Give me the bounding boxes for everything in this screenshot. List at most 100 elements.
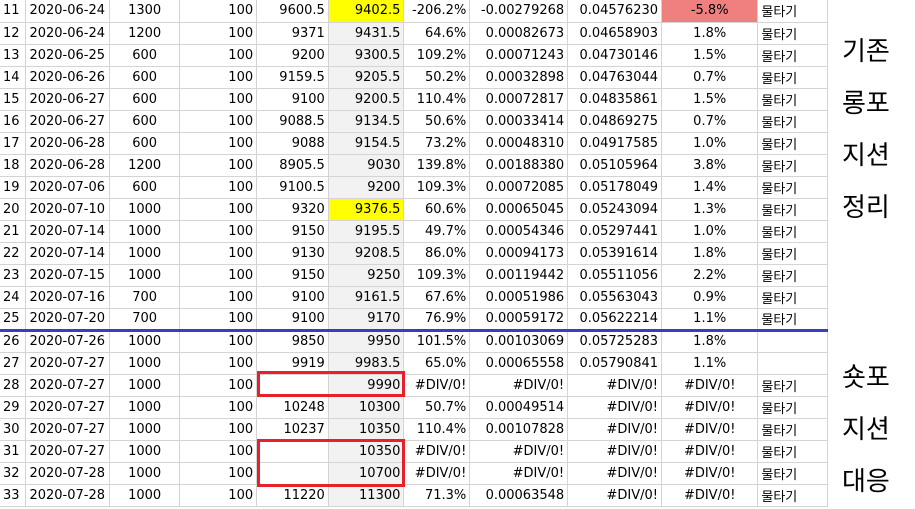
cell-d[interactable]: 9130: [256, 242, 329, 265]
cell-d[interactable]: 8905.5: [256, 154, 329, 177]
cell-h[interactable]: 0.05391614: [567, 242, 663, 265]
cell-c[interactable]: 100: [179, 154, 258, 177]
cell-d[interactable]: 9088.5: [256, 110, 329, 133]
cell-j[interactable]: [757, 330, 828, 353]
cell-g[interactable]: 0.00103069: [469, 330, 569, 353]
cell-j[interactable]: 물타기: [757, 308, 828, 332]
cell-c[interactable]: 100: [179, 484, 258, 507]
cell-h[interactable]: 0.04576230: [567, 0, 663, 23]
cell-c[interactable]: 100: [179, 264, 258, 287]
cell-j[interactable]: 물타기: [757, 0, 828, 23]
cell-f[interactable]: 65.0%: [403, 352, 471, 375]
row-header[interactable]: 11: [0, 0, 27, 23]
cell-j[interactable]: 물타기: [757, 132, 828, 155]
cell-i[interactable]: 1.8%: [661, 242, 759, 265]
cell-f[interactable]: 64.6%: [403, 22, 471, 45]
cell-g[interactable]: 0.00063548: [469, 484, 569, 507]
cell-g[interactable]: 0.00049514: [469, 396, 569, 419]
cell-qty[interactable]: 1000: [109, 396, 180, 419]
cell-f[interactable]: -206.2%: [403, 0, 471, 23]
cell-i[interactable]: #DIV/0!: [661, 396, 759, 419]
cell-qty[interactable]: 1000: [109, 352, 180, 375]
cell-g[interactable]: #DIV/0!: [469, 440, 569, 463]
cell-date[interactable]: 2020-07-27: [25, 374, 111, 397]
cell-qty[interactable]: 1200: [109, 154, 180, 177]
cell-f[interactable]: 139.8%: [403, 154, 471, 177]
cell-date[interactable]: 2020-07-06: [25, 176, 111, 199]
cell-j[interactable]: 물타기: [757, 286, 828, 309]
cell-h[interactable]: 0.05297441: [567, 220, 663, 243]
cell-e[interactable]: 9402.5: [328, 0, 405, 23]
cell-h[interactable]: 0.05105964: [567, 154, 663, 177]
cell-g[interactable]: 0.00072817: [469, 88, 569, 111]
cell-g[interactable]: #DIV/0!: [469, 374, 569, 397]
cell-f[interactable]: 67.6%: [403, 286, 471, 309]
cell-c[interactable]: 100: [179, 440, 258, 463]
cell-qty[interactable]: 1000: [109, 242, 180, 265]
cell-d[interactable]: 10248: [256, 396, 329, 419]
cell-f[interactable]: 50.2%: [403, 66, 471, 89]
cell-d[interactable]: 9088: [256, 132, 329, 155]
cell-c[interactable]: 100: [179, 22, 258, 45]
row-header[interactable]: 18: [0, 154, 27, 177]
row-header[interactable]: 31: [0, 440, 27, 463]
cell-h[interactable]: #DIV/0!: [567, 418, 663, 441]
cell-g[interactable]: 0.00033414: [469, 110, 569, 133]
cell-f[interactable]: 110.4%: [403, 418, 471, 441]
cell-h[interactable]: #DIV/0!: [567, 484, 663, 507]
cell-f[interactable]: 109.3%: [403, 176, 471, 199]
cell-h[interactable]: 0.05243094: [567, 198, 663, 221]
cell-h[interactable]: #DIV/0!: [567, 396, 663, 419]
cell-j[interactable]: 물타기: [757, 264, 828, 287]
cell-c[interactable]: 100: [179, 66, 258, 89]
cell-f[interactable]: 109.2%: [403, 44, 471, 67]
cell-c[interactable]: 100: [179, 418, 258, 441]
cell-c[interactable]: 100: [179, 132, 258, 155]
cell-f[interactable]: 101.5%: [403, 330, 471, 353]
cell-j[interactable]: [757, 352, 828, 375]
cell-g[interactable]: 0.00065558: [469, 352, 569, 375]
cell-j[interactable]: 물타기: [757, 484, 828, 507]
cell-i[interactable]: 1.4%: [661, 176, 759, 199]
cell-e[interactable]: 9431.5: [328, 22, 405, 45]
cell-g[interactable]: 0.00054346: [469, 220, 569, 243]
cell-f[interactable]: 50.7%: [403, 396, 471, 419]
cell-date[interactable]: 2020-06-26: [25, 66, 111, 89]
cell-date[interactable]: 2020-06-25: [25, 44, 111, 67]
cell-f[interactable]: #DIV/0!: [403, 440, 471, 463]
cell-i[interactable]: 1.5%: [661, 44, 759, 67]
row-header[interactable]: 27: [0, 352, 27, 375]
cell-d[interactable]: 9100: [256, 308, 329, 332]
cell-i[interactable]: #DIV/0!: [661, 418, 759, 441]
cell-d[interactable]: 9320: [256, 198, 329, 221]
cell-i[interactable]: #DIV/0!: [661, 440, 759, 463]
cell-j[interactable]: 물타기: [757, 220, 828, 243]
cell-f[interactable]: 49.7%: [403, 220, 471, 243]
cell-i[interactable]: 2.2%: [661, 264, 759, 287]
cell-c[interactable]: 100: [179, 308, 258, 332]
cell-j[interactable]: 물타기: [757, 396, 828, 419]
cell-date[interactable]: 2020-07-27: [25, 440, 111, 463]
cell-f[interactable]: 73.2%: [403, 132, 471, 155]
cell-j[interactable]: 물타기: [757, 374, 828, 397]
cell-f[interactable]: 86.0%: [403, 242, 471, 265]
cell-d[interactable]: 9600.5: [256, 0, 329, 23]
cell-date[interactable]: 2020-07-10: [25, 198, 111, 221]
cell-j[interactable]: 물타기: [757, 88, 828, 111]
cell-e[interactable]: 9200.5: [328, 88, 405, 111]
cell-j[interactable]: 물타기: [757, 22, 828, 45]
cell-h[interactable]: 0.05563043: [567, 286, 663, 309]
cell-g[interactable]: 0.00119442: [469, 264, 569, 287]
row-header[interactable]: 33: [0, 484, 27, 507]
row-header[interactable]: 23: [0, 264, 27, 287]
cell-d[interactable]: 9200: [256, 44, 329, 67]
cell-c[interactable]: 100: [179, 0, 258, 23]
cell-c[interactable]: 100: [179, 396, 258, 419]
cell-h[interactable]: #DIV/0!: [567, 462, 663, 485]
cell-i[interactable]: 3.8%: [661, 154, 759, 177]
cell-date[interactable]: 2020-07-16: [25, 286, 111, 309]
cell-j[interactable]: 물타기: [757, 44, 828, 67]
cell-qty[interactable]: 600: [109, 110, 180, 133]
cell-g[interactable]: 0.00188380: [469, 154, 569, 177]
cell-c[interactable]: 100: [179, 286, 258, 309]
